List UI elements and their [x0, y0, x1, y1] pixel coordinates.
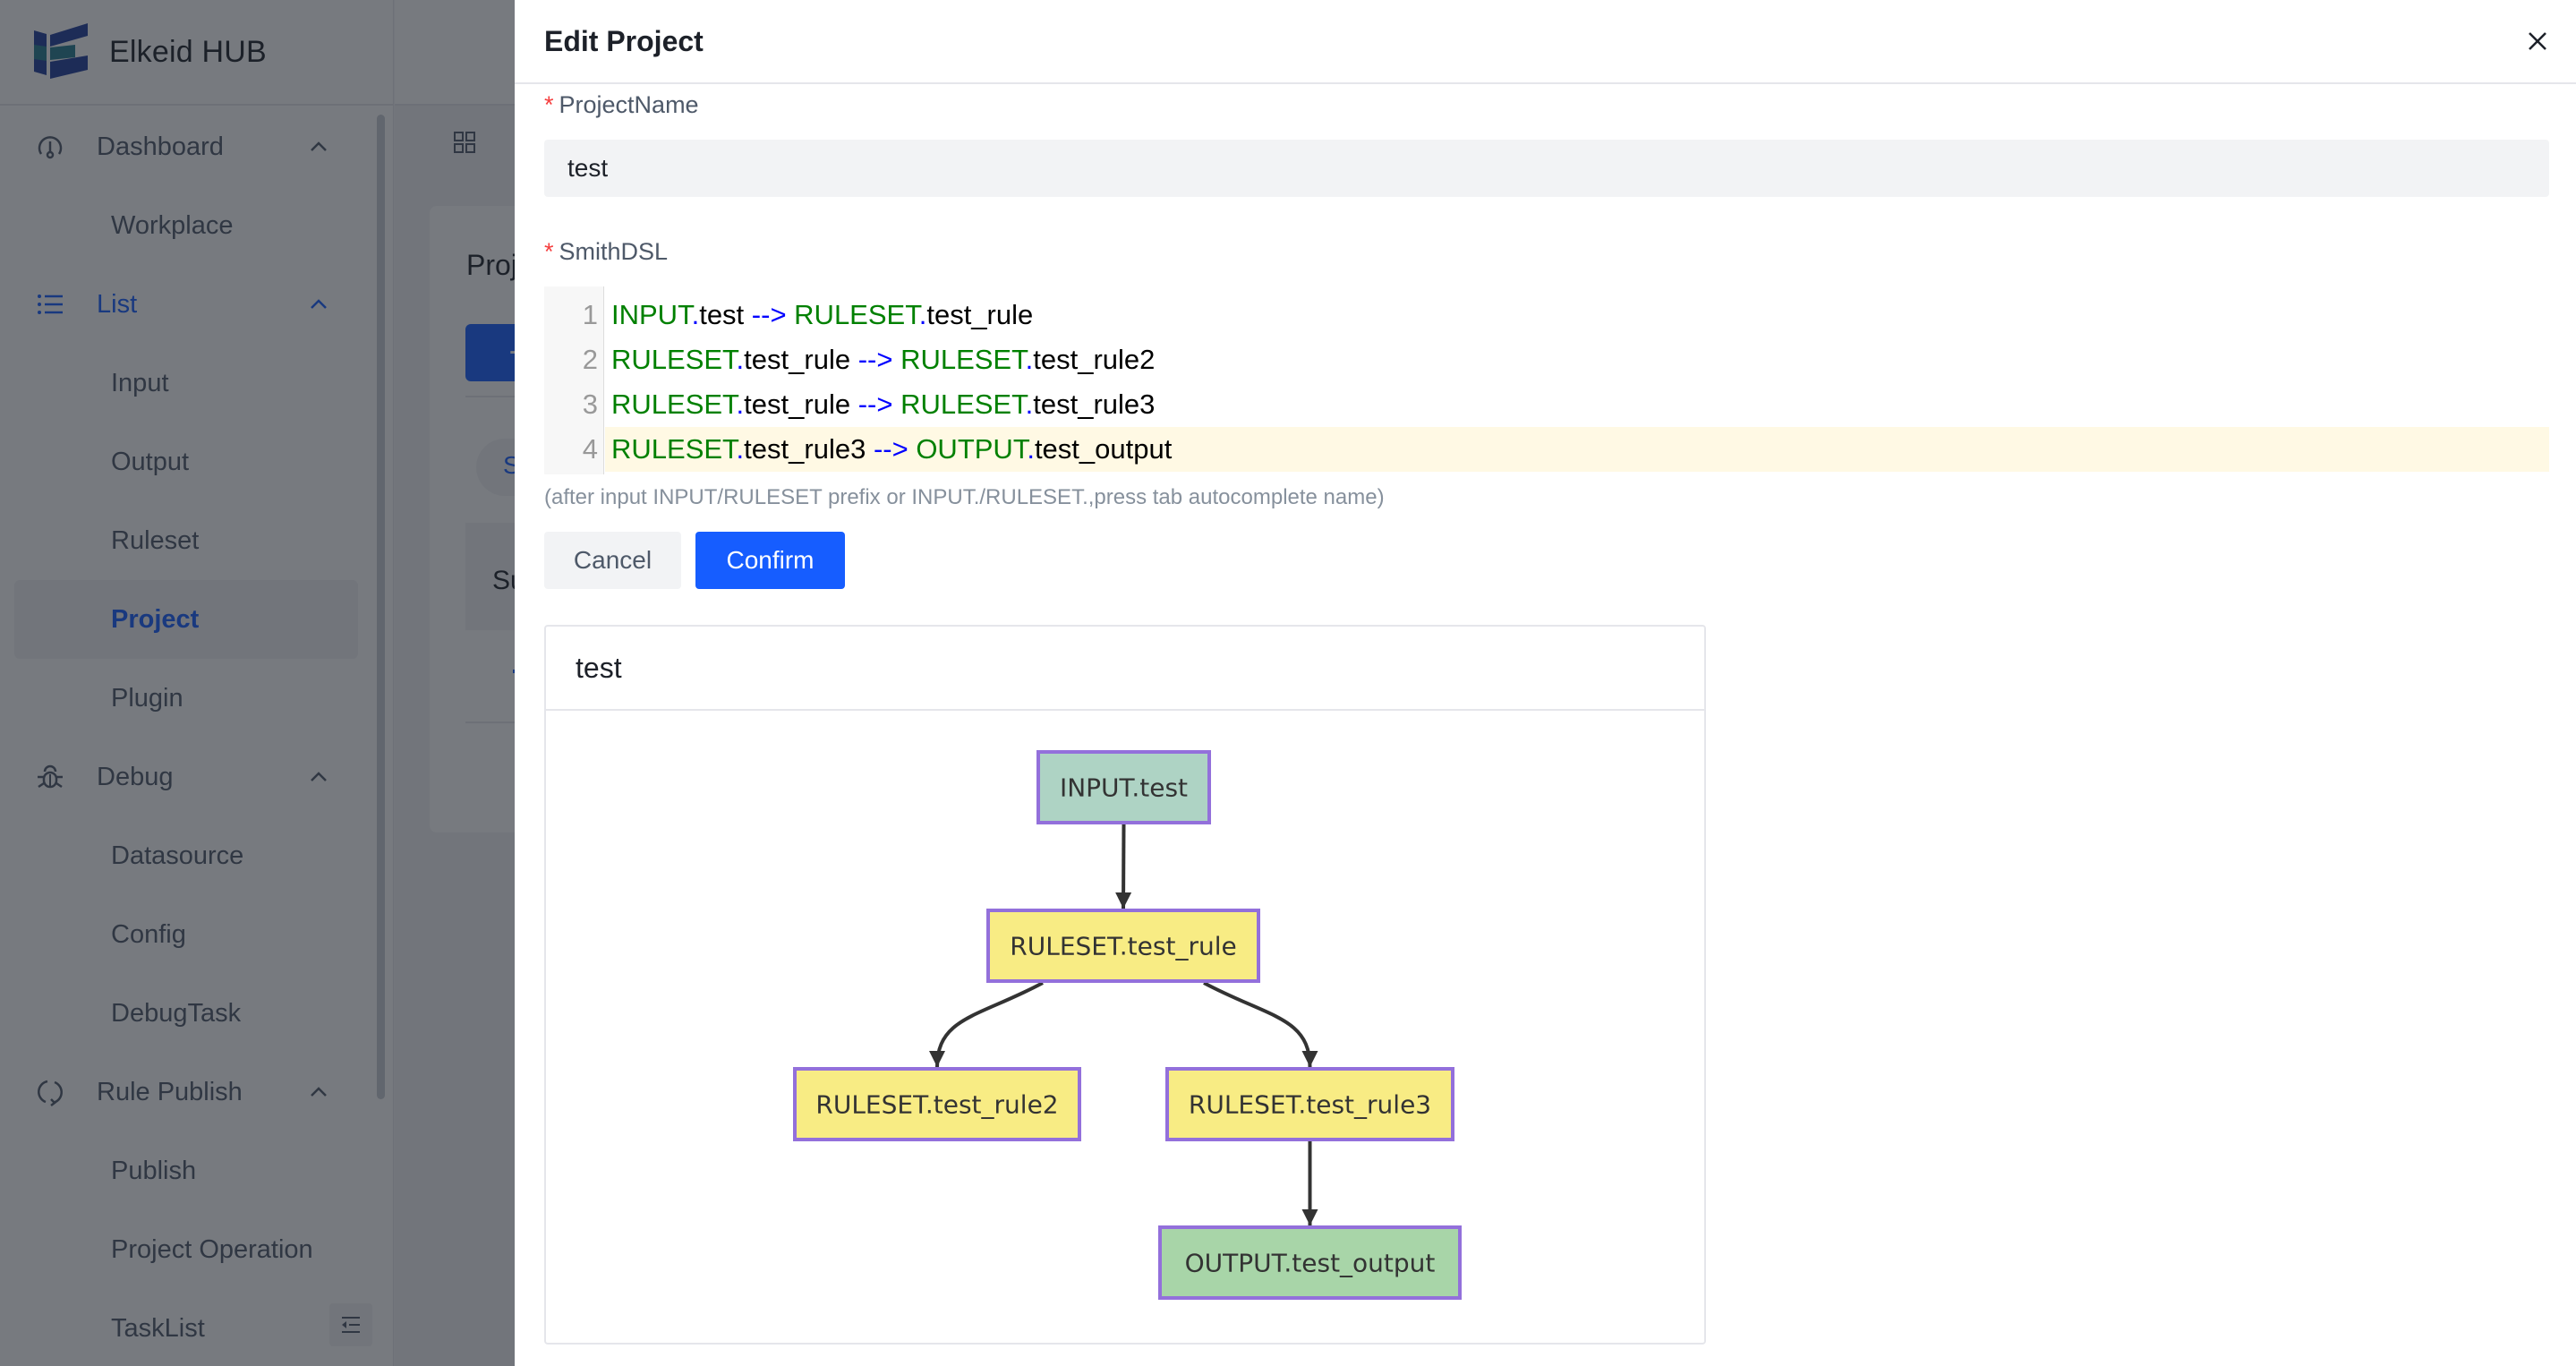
dot-token: .	[736, 388, 745, 420]
name-token: test_rule	[926, 299, 1034, 330]
keyword-token: INPUT	[611, 299, 692, 330]
code-text: RULESET.test_rule --> RULESET.test_rule3	[611, 382, 1155, 427]
code-text: INPUT.test --> RULESET.test_rule	[611, 293, 1033, 337]
active-line-highlight: RULESET.test_rule3 --> OUTPUT.test_outpu…	[605, 427, 2549, 472]
node-label: INPUT.test	[1060, 773, 1188, 803]
line-number: 2	[582, 344, 598, 375]
keyword-token: RULESET	[794, 299, 919, 330]
arrow-token: -->	[857, 344, 893, 375]
project-name-label: * ProjectName	[544, 91, 699, 119]
keyword-token: RULESET	[611, 433, 737, 465]
dot-token: .	[1025, 344, 1034, 375]
code-line[interactable]: 2 RULESET.test_rule --> RULESET.test_rule…	[544, 337, 2549, 382]
node-label: RULESET.test_rule3	[1189, 1090, 1431, 1120]
name-token: test_rule	[744, 344, 858, 375]
name-token: test_rule	[744, 388, 858, 420]
dot-token: .	[1025, 388, 1034, 420]
project-name-input[interactable]	[544, 140, 2549, 197]
required-asterisk: *	[544, 238, 554, 265]
required-asterisk: *	[544, 91, 554, 118]
confirm-button[interactable]: Confirm	[695, 532, 845, 589]
node-out_test_output[interactable]: OUTPUT.test_output	[1158, 1225, 1462, 1300]
flow-graph-card: test INPUT.test RULESET.test_rule RULESET.…	[544, 625, 1706, 1345]
arrow-token: -->	[751, 299, 787, 330]
node-label: RULESET.test_rule	[1010, 932, 1236, 961]
dsl-hint: (after input INPUT/RULESET prefix or INP…	[544, 485, 1385, 509]
line-number: 1	[582, 299, 598, 330]
line-number: 4	[582, 433, 598, 465]
node-label: OUTPUT.test_output	[1185, 1249, 1436, 1278]
keyword-token: OUTPUT	[916, 433, 1028, 465]
dot-token: .	[736, 433, 745, 465]
arrow-token: -->	[857, 388, 893, 420]
node-label: RULESET.test_rule2	[815, 1090, 1058, 1120]
label-text: SmithDSL	[559, 238, 669, 265]
node-rs_test_rule[interactable]: RULESET.test_rule	[986, 909, 1260, 983]
name-token: test_rule3	[744, 433, 874, 465]
edit-project-drawer: Edit Project *ProjectName *SmithDSL 1INP…	[515, 0, 2576, 1366]
drawer-header: Edit Project	[515, 0, 2576, 84]
close-icon[interactable]	[2526, 30, 2549, 53]
label-text: ProjectName	[559, 91, 699, 118]
keyword-token: RULESET	[900, 388, 1026, 420]
arrow-token: -->	[873, 433, 908, 465]
code-text: RULESET.test_rule --> RULESET.test_rule2	[611, 337, 1155, 382]
code-text: RULESET.test_rule3 --> OUTPUT.test_outpu…	[611, 427, 1172, 472]
dot-token: .	[1027, 433, 1035, 465]
code-line[interactable]: 3 RULESET.test_rule --> RULESET.test_rule…	[544, 382, 2549, 427]
keyword-token: RULESET	[611, 388, 737, 420]
flow-diagram: INPUT.test RULESET.test_rule RULESET.test_…	[793, 750, 1462, 1300]
edge-rs_test_rule-to-rs_test_rule2	[929, 981, 1044, 1068]
line-number: 3	[582, 388, 598, 420]
cancel-button[interactable]: Cancel	[544, 532, 681, 589]
node-rs_test_rule3[interactable]: RULESET.test_rule3	[1165, 1067, 1454, 1141]
app-root: Proj + S Su Elkeid HUB D	[0, 0, 2576, 1366]
node-rs_test_rule2[interactable]: RULESET.test_rule2	[793, 1067, 1081, 1141]
edge-input_test-to-rs_test_rule	[1115, 824, 1132, 909]
name-token: test_rule2	[1033, 344, 1156, 375]
keyword-token: RULESET	[611, 344, 737, 375]
keyword-token: RULESET	[900, 344, 1026, 375]
smith-dsl-editor[interactable]: 1 INPUT.test --> RULESET.test_rule 2 RULESE…	[544, 286, 2549, 474]
name-token: test	[699, 299, 752, 330]
smith-dsl-label: * SmithDSL	[544, 238, 668, 266]
name-token: test_rule3	[1033, 388, 1156, 420]
name-token: test_output	[1034, 433, 1173, 465]
dot-token: .	[736, 344, 745, 375]
drawer-title: Edit Project	[544, 25, 704, 57]
edge-rs_test_rule-to-rs_test_rule3	[1203, 981, 1318, 1068]
code-line[interactable]: 1 INPUT.test --> RULESET.test_rule	[544, 293, 2549, 337]
code-line[interactable]: 4 RULESET.test_rule3 --> OUTPUT.test_outp…	[544, 427, 2549, 472]
dot-token: .	[691, 299, 700, 330]
node-input_test[interactable]: INPUT.test	[1036, 750, 1211, 824]
